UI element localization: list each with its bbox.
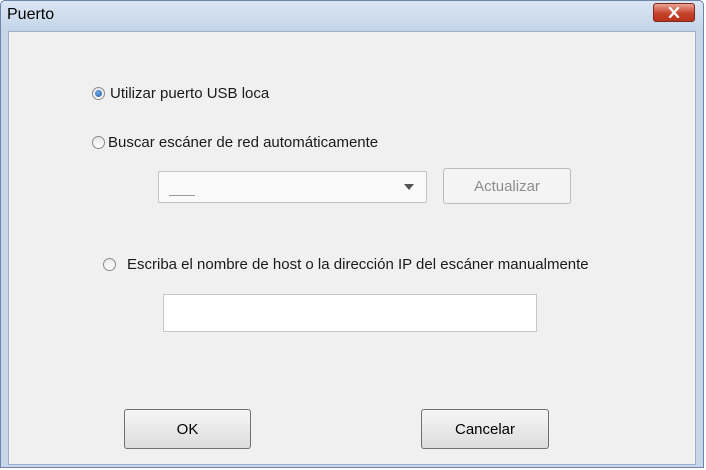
- network-scanner-select[interactable]: [158, 171, 427, 203]
- ok-button-label: OK: [176, 420, 199, 438]
- window-title: Puerto: [7, 6, 55, 23]
- usb-radio[interactable]: [92, 87, 105, 100]
- auto-search-radio[interactable]: [92, 136, 105, 149]
- dialog-window: Puerto Utilizar puerto USB loca Buscar e…: [0, 0, 704, 468]
- cancel-button[interactable]: Cancelar: [421, 409, 549, 449]
- dialog-body: Utilizar puerto USB loca Buscar escáner …: [8, 31, 696, 465]
- close-icon: [668, 7, 680, 18]
- scanner-select-value: [169, 195, 195, 196]
- usb-option[interactable]: Utilizar puerto USB loca: [92, 85, 269, 102]
- usb-option-label: Utilizar puerto USB loca: [110, 85, 270, 102]
- close-button[interactable]: [653, 3, 695, 22]
- refresh-button[interactable]: Actualizar: [443, 168, 571, 204]
- manual-host-option-label: Escriba el nombre de host o la dirección…: [127, 256, 589, 273]
- refresh-button-label: Actualizar: [474, 177, 540, 195]
- manual-host-radio[interactable]: [103, 258, 116, 271]
- auto-search-option[interactable]: Buscar escáner de red automáticamente: [92, 134, 378, 151]
- title-bar: Puerto: [1, 1, 703, 31]
- auto-search-option-label: Buscar escáner de red automáticamente: [108, 134, 379, 151]
- host-address-input[interactable]: [163, 294, 537, 332]
- cancel-button-label: Cancelar: [454, 420, 516, 438]
- ok-button[interactable]: OK: [124, 409, 251, 449]
- manual-host-option[interactable]: Escriba el nombre de host o la dirección…: [103, 256, 589, 273]
- chevron-down-icon: [404, 184, 414, 190]
